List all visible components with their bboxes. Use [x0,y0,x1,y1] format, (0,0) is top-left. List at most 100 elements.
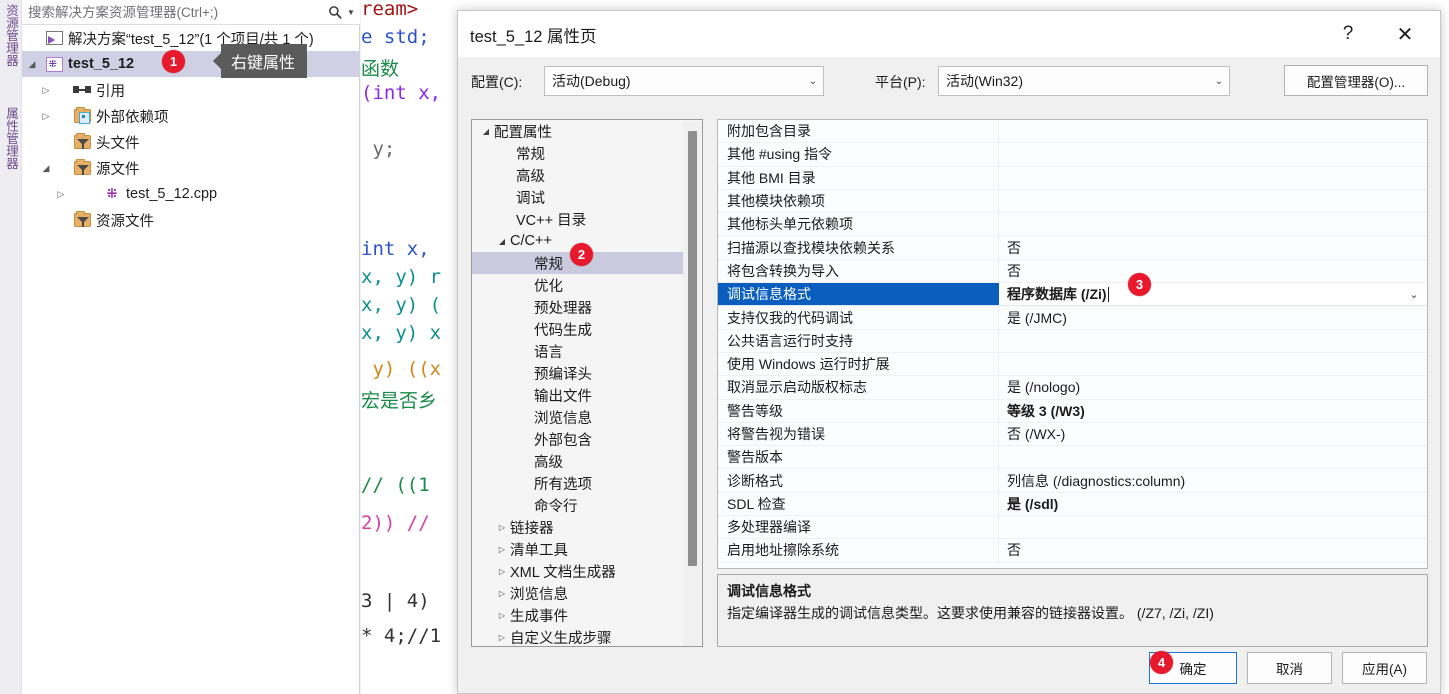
property-value[interactable]: 列信息 (/diagnostics:column) [999,469,1427,491]
tree-item-header-files[interactable]: 头文件 [22,129,360,155]
close-icon[interactable]: ✕ [1388,19,1422,49]
category-tree-scrollbar[interactable] [683,121,701,646]
category-configuration-properties[interactable]: ◢ 配置属性 [472,120,684,142]
table-row[interactable]: 将包含转换为导入 否 [718,259,1427,284]
table-row[interactable]: 使用 Windows 运行时扩展 [718,352,1427,377]
property-value[interactable] [999,353,1427,375]
property-value[interactable]: 是 (/JMC) [999,306,1427,328]
chevron-down-icon[interactable]: ⌄ [803,76,823,87]
expander-expand-icon[interactable]: ▷ [22,189,100,200]
expander-expand-icon[interactable]: ▷ [22,111,70,122]
category-preprocessor[interactable]: 预处理器 [472,296,684,318]
category-command-line[interactable]: 命令行 [472,494,684,516]
property-value[interactable] [999,516,1427,538]
category-code-generation[interactable]: 代码生成 [472,318,684,340]
category-tree[interactable]: ◢ 配置属性 常规 高级 调试 VC++ 目录 ◢ C/C++ 常规 优化 预处… [471,119,703,647]
property-value[interactable] [999,446,1427,468]
search-input[interactable] [22,3,324,21]
category-precompiled-headers[interactable]: 预编译头 [472,362,684,384]
category-xml-doc-generator[interactable]: ▷ XML 文档生成器 [472,560,684,582]
category-debugging[interactable]: 调试 [472,186,684,208]
chevron-down-icon[interactable]: ⌄ [1403,283,1425,305]
property-value[interactable]: 等级 3 (/W3) [999,400,1427,422]
property-value[interactable] [999,143,1427,165]
platform-select[interactable]: 活动(Win32) ⌄ [938,66,1230,96]
table-row[interactable]: 附加包含目录 [718,120,1427,144]
tree-item-external-dependencies[interactable]: ▷ 外部依赖项 [22,103,360,129]
expander-expand-icon[interactable]: ▷ [494,633,510,642]
tree-item-cpp-file[interactable]: ▷ ⁜ test_5_12.cpp [22,181,360,207]
property-value[interactable]: 是 (/nologo) [999,376,1427,398]
category-advanced[interactable]: 高级 [472,164,684,186]
category-manifest-tool[interactable]: ▷ 清单工具 [472,538,684,560]
expander-expand-icon[interactable]: ▷ [494,545,510,554]
category-optimization[interactable]: 优化 [472,274,684,296]
search-bar[interactable]: ▼ [22,0,360,25]
table-row[interactable]: 公共语言运行时支持 [718,329,1427,353]
tree-item-source-files[interactable]: ◢ 源文件 [22,155,360,181]
expander-expand-icon[interactable]: ▷ [494,567,510,576]
tree-item-resource-files[interactable]: 资源文件 [22,207,360,233]
category-general[interactable]: 常规 [472,142,684,164]
chevron-down-icon[interactable]: ⌄ [1209,76,1229,87]
table-row[interactable]: 其他 BMI 目录 [718,166,1427,190]
table-row[interactable]: 将警告视为错误 否 (/WX-) [718,422,1427,447]
property-value[interactable] [999,120,1427,142]
property-value[interactable] [999,330,1427,352]
table-row[interactable]: 其他标头单元依赖项 [718,213,1427,237]
table-row[interactable]: 诊断格式 列信息 (/diagnostics:column) [718,469,1427,493]
table-row[interactable]: SDL 检查 是 (/sdl) [718,492,1427,517]
property-value[interactable]: 否 (/WX-) [999,423,1427,445]
category-build-events[interactable]: ▷ 生成事件 [472,604,684,626]
expander-collapse-icon[interactable]: ◢ [478,127,494,136]
property-value[interactable]: 否 [999,539,1427,561]
category-browse-information[interactable]: 浏览信息 [472,406,684,428]
expander-expand-icon[interactable]: ▷ [22,85,70,96]
expander-expand-icon[interactable]: ▷ [494,611,510,620]
tree-item-solution[interactable]: 解决方案“test_5_12”(1 个项目/共 1 个) [22,25,360,51]
property-grid[interactable]: 附加包含目录 其他 #using 指令 其他 BMI 目录 其他模块依赖项 其他… [717,119,1428,569]
category-output-files[interactable]: 输出文件 [472,384,684,406]
table-row[interactable]: 警告等级 等级 3 (/W3) [718,399,1427,423]
expander-expand-icon[interactable]: ▷ [494,523,510,532]
category-browse-info-tool[interactable]: ▷ 浏览信息 [472,582,684,604]
property-value[interactable] [999,213,1427,235]
apply-button[interactable]: 应用(A) [1342,652,1427,684]
category-language[interactable]: 语言 [472,340,684,362]
table-row-selected-debug-information-format[interactable]: 调试信息格式 程序数据库 (/Zi) ⌄ [718,283,1427,307]
table-row[interactable]: 其他 #using 指令 [718,143,1427,167]
table-row[interactable]: 多处理器编译 [718,516,1427,540]
config-manager-button[interactable]: 配置管理器(O)... [1284,65,1428,96]
scrollbar-thumb[interactable] [688,131,697,566]
property-value-editing[interactable]: 程序数据库 (/Zi) [999,283,1427,305]
dock-tab-property-manager[interactable]: 属性管理器 [1,105,21,170]
expander-expand-icon[interactable]: ▷ [494,589,510,598]
table-row[interactable]: 支持仅我的代码调试 是 (/JMC) [718,306,1427,330]
property-value[interactable]: 否 [999,260,1427,282]
property-value[interactable] [999,190,1427,212]
expander-collapse-icon[interactable]: ◢ [22,59,42,70]
property-value[interactable] [999,167,1427,189]
question-mark-icon[interactable]: ? [1332,19,1364,49]
table-row[interactable]: 取消显示启动版权标志 是 (/nologo) [718,376,1427,400]
property-value[interactable]: 否 [999,236,1427,258]
expander-collapse-icon[interactable]: ◢ [22,163,70,174]
property-value[interactable]: 是 (/sdl) [999,493,1427,515]
cancel-button[interactable]: 取消 [1247,652,1332,684]
category-custom-build-step[interactable]: ▷ 自定义生成步骤 [472,626,684,647]
category-external-includes[interactable]: 外部包含 [472,428,684,450]
expander-collapse-icon[interactable]: ◢ [494,237,510,246]
table-row[interactable]: 警告版本 [718,446,1427,470]
table-row[interactable]: 其他模块依赖项 [718,189,1427,214]
table-row[interactable]: 启用地址擦除系统 否 [718,539,1427,563]
category-cpp-advanced[interactable]: 高级 [472,450,684,472]
category-all-options[interactable]: 所有选项 [472,472,684,494]
search-icon[interactable] [324,5,346,20]
tree-item-references[interactable]: ▷ 引用 [22,77,360,103]
category-linker[interactable]: ▷ 链接器 [472,516,684,538]
chevron-down-icon[interactable]: ▼ [346,8,360,17]
category-vcpp-directories[interactable]: VC++ 目录 [472,208,684,230]
tree-item-project[interactable]: ◢ ⁜ test_5_12 [22,51,360,77]
table-row[interactable]: 扫描源以查找模块依赖关系 否 [718,236,1427,260]
dock-tab-solution-explorer[interactable]: 资源管理器 [1,2,21,67]
